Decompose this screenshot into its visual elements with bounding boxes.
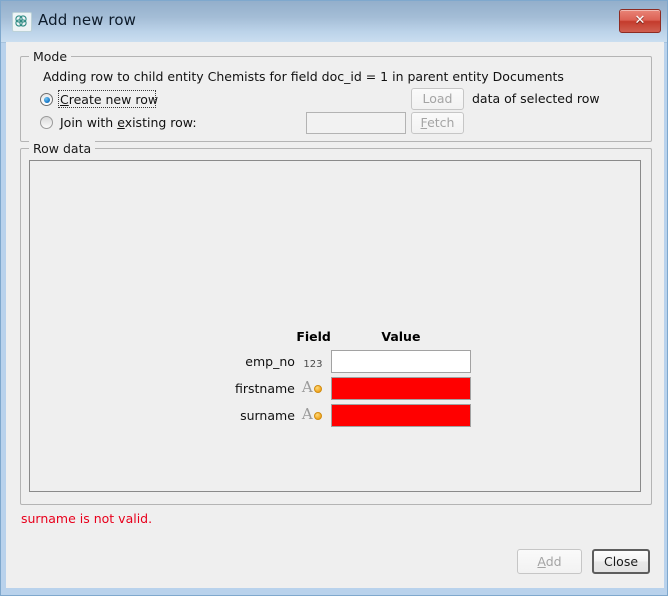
field-name-surname: surname <box>240 408 295 423</box>
validation-error-message: surname is not valid. <box>21 511 153 526</box>
field-value-table: Field Value emp_no 123 firstname A surna… <box>234 329 471 429</box>
value-input-emp-no[interactable] <box>331 351 470 373</box>
join-row-id-input[interactable] <box>307 114 405 134</box>
column-header-value: Value <box>381 329 421 344</box>
add-button-label: Add <box>537 554 562 569</box>
dialog-window: Add new row ✕ Mode Adding row to child e… <box>0 0 668 596</box>
fetch-button[interactable]: Fetch <box>411 112 464 134</box>
title-bar: Add new row ✕ <box>1 1 667 43</box>
atom-icon <box>12 12 32 32</box>
value-field-emp-no[interactable] <box>330 350 471 373</box>
field-name-firstname: firstname <box>235 381 295 396</box>
value-input-firstname[interactable] <box>331 378 470 400</box>
number-type-icon-glyph: 123 <box>303 359 323 370</box>
mode-description: Adding row to child entity Chemists for … <box>43 69 564 84</box>
row-data-panel: Field Value emp_no 123 firstname A surna… <box>29 160 641 492</box>
close-window-button[interactable]: ✕ <box>619 9 661 33</box>
table-row: emp_no 123 <box>234 348 471 375</box>
add-button[interactable]: Add <box>517 549 582 574</box>
focus-outline <box>58 90 156 108</box>
load-button[interactable]: Load <box>411 88 464 110</box>
column-header-field: Field <box>296 329 331 344</box>
radio-join-existing-row-label: Join with existing row: <box>60 115 197 130</box>
field-name-emp-no: emp_no <box>245 354 295 369</box>
value-input-surname[interactable] <box>331 405 470 427</box>
text-type-icon: A <box>299 375 331 402</box>
mode-group-title: Mode <box>29 49 72 64</box>
text-type-icon-glyph: A <box>301 377 313 396</box>
radio-create-new-row-mark <box>40 93 53 106</box>
text-type-icon: A <box>299 402 331 429</box>
text-type-icon-glyph: A <box>301 404 313 423</box>
window-title: Add new row <box>38 11 136 29</box>
row-data-group: Row data Field Value emp_no 123 firstnam… <box>20 141 652 505</box>
close-button-label: Close <box>603 554 639 569</box>
value-field-surname[interactable] <box>330 404 471 427</box>
value-field-firstname[interactable] <box>330 377 471 400</box>
dialog-client-area: Mode Adding row to child entity Chemists… <box>6 42 664 588</box>
load-button-label: Load <box>422 91 453 106</box>
required-indicator-icon <box>313 411 322 420</box>
row-data-group-title: Row data <box>29 141 96 156</box>
join-row-id-field[interactable] <box>306 112 406 134</box>
load-suffix-text: data of selected row <box>472 91 600 106</box>
table-row: surname A <box>234 402 471 429</box>
fetch-button-label: Fetch <box>420 115 455 130</box>
close-icon: ✕ <box>634 13 646 28</box>
table-row: firstname A <box>234 375 471 402</box>
mode-group: Mode Adding row to child entity Chemists… <box>20 49 652 142</box>
table-header-row: Field Value <box>234 329 471 348</box>
required-indicator-icon <box>313 384 322 393</box>
close-button[interactable]: Close <box>592 549 650 574</box>
number-type-icon: 123 <box>299 348 331 375</box>
radio-join-existing-row-mark <box>40 116 53 129</box>
